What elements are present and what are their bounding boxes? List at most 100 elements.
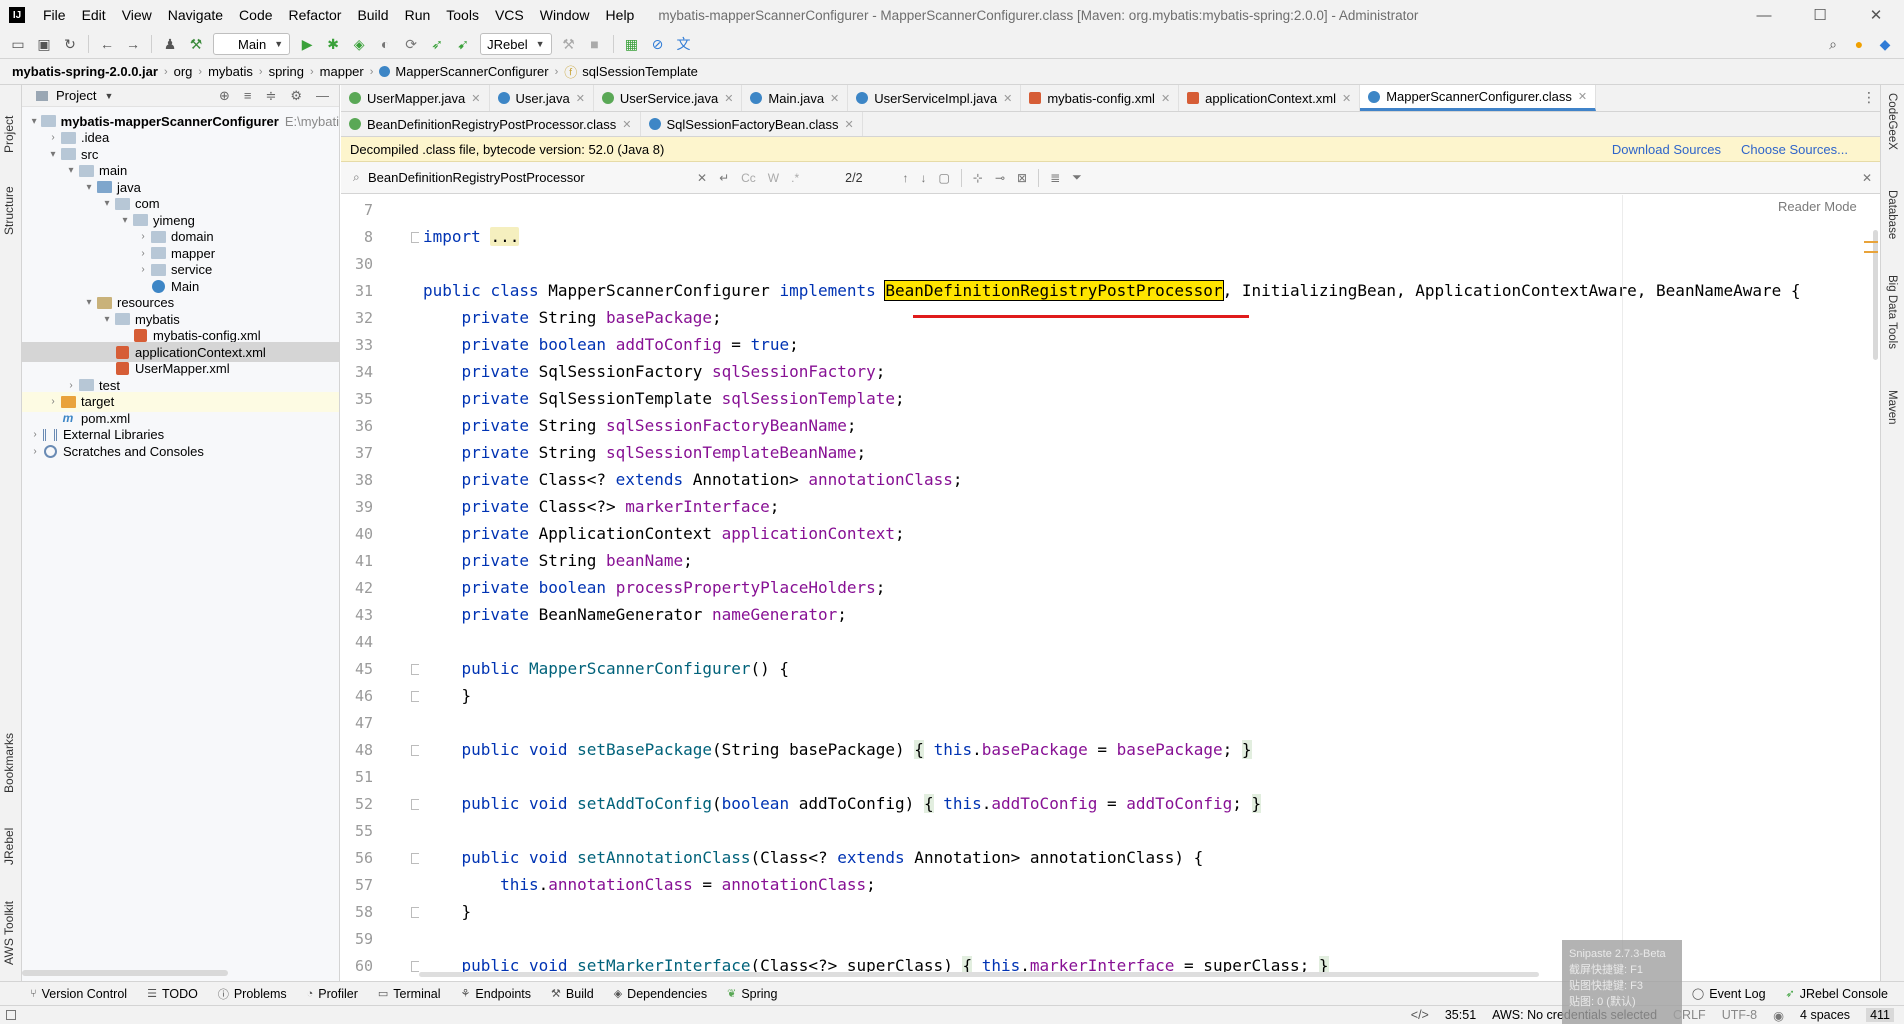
expand-arrow-icon[interactable]: › — [46, 396, 60, 407]
menu-navigate[interactable]: Navigate — [160, 0, 231, 30]
jrebel-debug-icon[interactable]: ➹ — [455, 36, 471, 52]
database-tool-button[interactable]: Database — [1886, 190, 1898, 255]
close-tab-icon[interactable]: ✕ — [471, 92, 480, 105]
big-data-tools-button[interactable]: Big Data Tools — [1886, 275, 1898, 375]
expand-arrow-icon[interactable]: › — [136, 264, 150, 275]
jrebel-tool-button[interactable]: JRebel — [2, 815, 16, 865]
editor-tab[interactable]: UserServiceImpl.java ✕ — [848, 85, 1022, 111]
translate-icon[interactable]: 文 — [676, 36, 692, 52]
expand-arrow-icon[interactable]: ▾ — [46, 149, 60, 160]
menu-view[interactable]: View — [114, 0, 160, 30]
hide-icon[interactable]: — — [316, 88, 329, 104]
version-control-tool[interactable]: ⑂ Version Control — [30, 987, 127, 1001]
expand-arrow-icon[interactable]: ▾ — [118, 215, 132, 226]
maximize-button[interactable]: ☐ — [1792, 0, 1848, 30]
open-folder-icon[interactable]: ▭ — [10, 36, 26, 52]
block-icon[interactable]: ⊘ — [650, 36, 666, 52]
update-icon[interactable]: ● — [1851, 36, 1867, 52]
menu-tools[interactable]: Tools — [438, 0, 487, 30]
user-icon[interactable]: ♟ — [162, 36, 178, 52]
tree-item[interactable]: › Scratches and Consoles — [22, 441, 339, 461]
editor-scroll-thumb[interactable] — [1873, 230, 1878, 360]
close-tab-icon[interactable]: ✕ — [1003, 92, 1012, 105]
editor-tab[interactable]: UserService.java ✕ — [594, 85, 743, 111]
expand-arrow-icon[interactable]: ▾ — [82, 182, 96, 193]
add-occurrence-icon[interactable]: ⊹ — [973, 171, 983, 185]
expand-arrow-icon[interactable]: › — [28, 446, 42, 457]
menu-vcs[interactable]: VCS — [487, 0, 532, 30]
find-input[interactable] — [341, 165, 691, 190]
arrow-up-icon[interactable]: ↑ — [903, 171, 909, 185]
build-tool[interactable]: ⚒ Build — [551, 987, 594, 1001]
expand-arrow-icon[interactable]: ▾ — [28, 116, 41, 127]
chevron-down-icon[interactable]: ▼ — [104, 91, 113, 101]
close-tab-icon[interactable]: ✕ — [1342, 92, 1351, 105]
editor-tab[interactable]: SqlSessionFactoryBean.class ✕ — [641, 112, 863, 136]
editor-tab[interactable]: BeanDefinitionRegistryPostProcessor.clas… — [341, 112, 641, 136]
save-all-icon[interactable]: ▣ — [36, 36, 52, 52]
code-editor[interactable]: import ... public class MapperScannerConf… — [419, 195, 1871, 974]
close-tab-icon[interactable]: ✕ — [1161, 92, 1170, 105]
regex-toggle[interactable]: .* — [791, 171, 799, 185]
profile-icon[interactable]: ◐ — [377, 36, 393, 52]
structure-tool-button[interactable]: Structure — [2, 165, 16, 235]
file-encoding[interactable]: UTF-8 — [1722, 1008, 1757, 1022]
problems-tool[interactable]: ⓘ Problems — [218, 986, 287, 1002]
maven-tool-button[interactable]: Maven — [1886, 390, 1898, 450]
memory-indicator[interactable]: 411 — [1866, 1008, 1894, 1022]
menu-refactor[interactable]: Refactor — [281, 0, 350, 30]
menu-help[interactable]: Help — [598, 0, 643, 30]
back-icon[interactable]: ← — [99, 36, 115, 52]
debug-icon[interactable]: ✱ — [325, 36, 341, 52]
menu-window[interactable]: Window — [532, 0, 598, 30]
close-find-icon[interactable]: ✕ — [1862, 171, 1872, 185]
indent-setting[interactable]: 4 spaces — [1800, 1008, 1850, 1022]
whole-words-toggle[interactable]: W — [768, 171, 779, 185]
collapse-all-icon[interactable]: ≑ — [265, 88, 276, 104]
todo-tool[interactable]: ☰ TODO — [147, 987, 198, 1001]
code-icon[interactable]: </> — [1411, 1008, 1429, 1022]
search-icon[interactable]: ⌕ — [353, 170, 360, 185]
editor-tab[interactable]: applicationContext.xml ✕ — [1179, 85, 1361, 111]
breadcrumb-item[interactable]: MapperScannerConfigurer — [395, 64, 548, 79]
breadcrumb-item[interactable]: mybatis — [208, 64, 253, 79]
search-icon[interactable]: ⌕ — [1825, 36, 1841, 52]
clear-search-icon[interactable]: ✕ — [697, 171, 707, 185]
aws-toolkit-tool-button[interactable]: AWS Toolkit — [2, 885, 16, 965]
breadcrumb-item[interactable]: spring — [269, 64, 304, 79]
expand-arrow-icon[interactable]: ▾ — [64, 165, 78, 176]
run-icon[interactable]: ▶ — [299, 36, 315, 52]
plugin-icon[interactable]: ◆ — [1877, 36, 1893, 52]
select-occurrences-icon[interactable]: ⊠ — [1017, 171, 1027, 185]
spring-tool[interactable]: ❦ Spring — [727, 987, 777, 1001]
download-sources-link[interactable]: Download Sources — [1612, 142, 1721, 157]
arrow-down-icon[interactable]: ↓ — [921, 171, 927, 185]
editor-tab[interactable]: User.java ✕ — [490, 85, 594, 111]
codegeex-tool-button[interactable]: CodeGeeX — [1886, 93, 1898, 173]
close-tab-icon[interactable]: ✕ — [724, 92, 733, 105]
expand-arrow-icon[interactable]: › — [64, 380, 78, 391]
editor-horizontal-scrollbar[interactable] — [419, 972, 1719, 978]
endpoints-tool[interactable]: ⚘ Endpoints — [461, 987, 531, 1001]
bookmarks-tool-button[interactable]: Bookmarks — [2, 715, 16, 793]
forward-icon[interactable]: → — [125, 36, 141, 52]
close-tab-icon[interactable]: ✕ — [830, 92, 839, 105]
jrebel-console-tool[interactable]: ➶ JRebel Console — [1786, 987, 1888, 1001]
expand-arrow-icon[interactable]: › — [136, 231, 150, 242]
build-hammer-icon[interactable]: ⚒ — [188, 36, 204, 52]
expand-arrow-icon[interactable]: › — [46, 132, 60, 143]
coverage-icon[interactable]: ◈ — [351, 36, 367, 52]
event-log-tool[interactable]: ◯ Event Log — [1692, 987, 1766, 1001]
menu-code[interactable]: Code — [231, 0, 280, 30]
close-window-button[interactable]: ✕ — [1848, 0, 1904, 30]
readonly-lock-icon[interactable]: ◉ — [1773, 1008, 1784, 1023]
close-tab-icon[interactable]: ✕ — [1578, 90, 1587, 103]
expand-arrow-icon[interactable]: ▾ — [82, 297, 96, 308]
gear-icon[interactable]: ⚙ — [290, 88, 302, 104]
terminal-tool[interactable]: ▭ Terminal — [378, 987, 441, 1001]
breadcrumb-item[interactable]: mybatis-spring-2.0.0.jar — [12, 64, 158, 79]
expand-all-icon[interactable]: ≡ — [244, 88, 252, 104]
expand-arrow-icon[interactable]: ▾ — [100, 198, 114, 209]
expand-arrow-icon[interactable]: ▾ — [100, 314, 114, 325]
breadcrumb-item[interactable]: mapper — [320, 64, 364, 79]
